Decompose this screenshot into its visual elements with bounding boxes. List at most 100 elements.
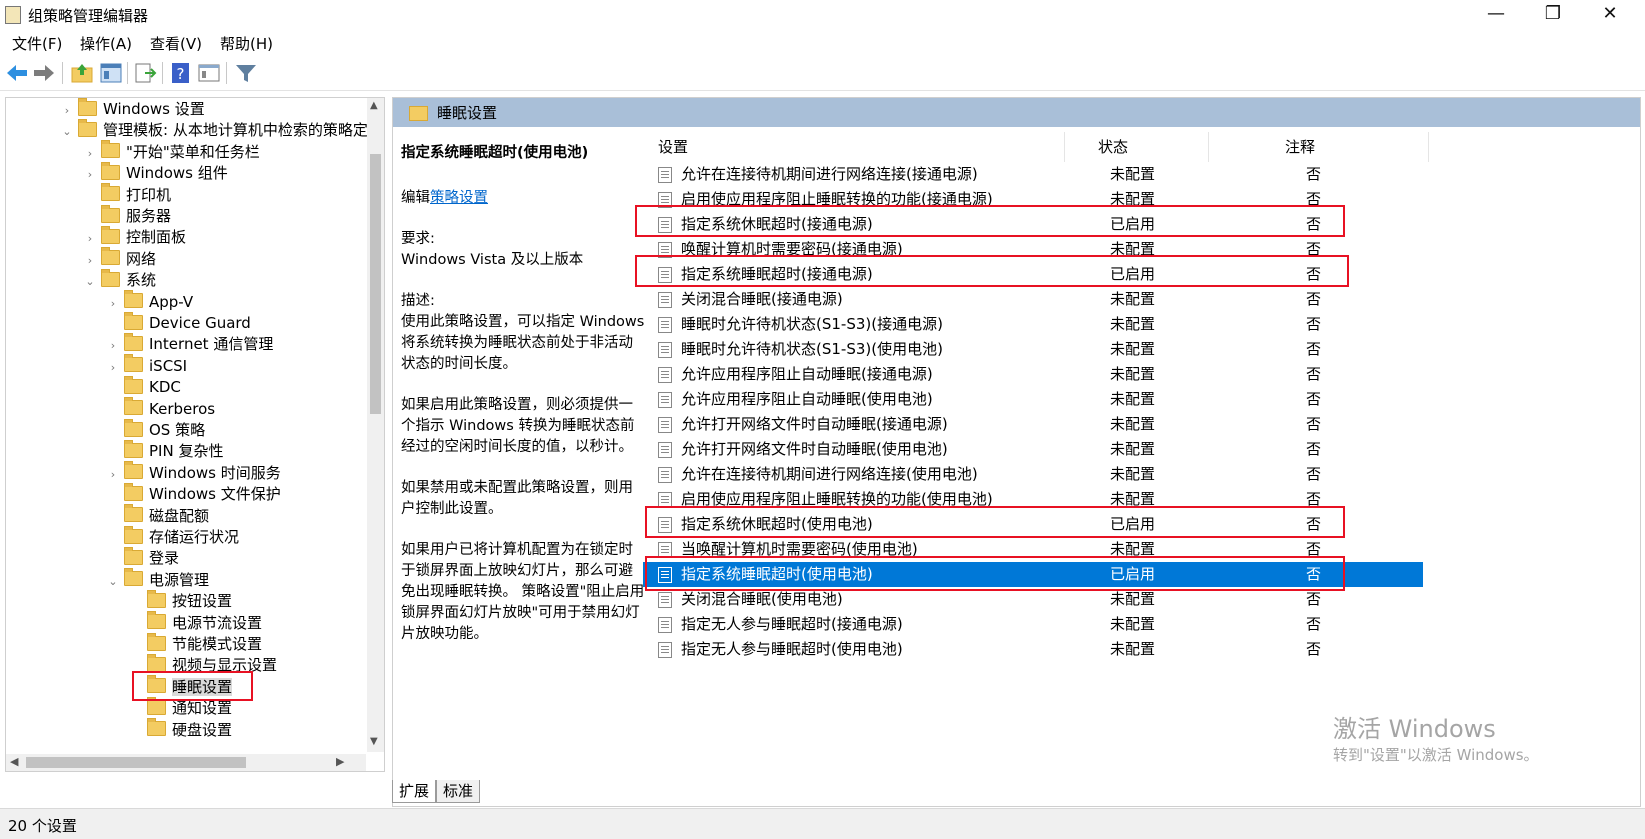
scroll-down-icon[interactable]: ▼ [370,736,378,747]
setting-row[interactable]: 允许应用程序阻止自动睡眠(接通电源) 未配置 否 [643,362,1423,387]
tree-node[interactable]: ⌄ 系统 [83,268,156,293]
tree-node[interactable]: › Internet 通信管理 [106,332,274,355]
setting-row[interactable]: 允许在连接待机期间进行网络连接(接通电源) 未配置 否 [643,162,1423,187]
scroll-right-icon[interactable]: ▶ [336,755,344,768]
description-paragraph: 使用此策略设置，可以指定 Windows 将系统转换为睡眠状态前处于非活动状态的… [401,314,645,372]
menu-file[interactable]: 文件(F) [12,33,62,54]
setting-comment: 否 [1306,390,1322,408]
minimize-button[interactable]: — [1473,0,1519,30]
tree-node[interactable]: › Windows 设置 [60,98,205,120]
menu-bar: 文件(F) 操作(A) 查看(V) 帮助(H) [0,30,1645,56]
setting-row[interactable]: 允许在连接待机期间进行网络连接(使用电池) 未配置 否 [643,462,1423,487]
filter-icon[interactable] [234,61,258,85]
setting-row[interactable]: 允许应用程序阻止自动睡眠(使用电池) 未配置 否 [643,387,1423,412]
tree-node[interactable]: › App-V [106,290,193,313]
folder-icon [124,332,143,351]
setting-row[interactable]: 睡眠时允许待机状态(S1-S3)(接通电源) 未配置 否 [643,312,1423,337]
tree-node[interactable]: Kerberos [106,397,215,420]
tree-node[interactable]: 服务器 [83,204,171,227]
tree-node[interactable]: 打印机 [83,183,171,206]
policy-setting-icon [658,292,672,308]
requirements-value: Windows Vista 及以上版本 [401,252,584,268]
activation-watermark: 激活 Windows 转到"设置"以激活 Windows。 [1333,709,1539,765]
tree-node[interactable]: ⌄ 电源管理 [106,568,210,593]
forward-icon[interactable] [32,61,56,85]
tree-node-label: PIN 复杂性 [149,442,224,461]
expander-icon[interactable]: ⌄ [106,571,120,593]
scroll-thumb[interactable] [26,757,246,768]
export-list-icon[interactable] [133,61,157,85]
tree-node[interactable]: 登录 [106,546,179,569]
tree-node[interactable]: ⌄ 管理模板: 从本地计算机中检索的策略定 [60,118,368,143]
tree-node[interactable]: › Windows 时间服务 [106,461,281,484]
setting-comment: 否 [1306,465,1322,483]
tree-node[interactable]: PIN 复杂性 [106,439,224,462]
tree-vertical-scrollbar[interactable]: ▲ ▼ [367,98,384,752]
watermark-line1: 激活 Windows [1333,715,1496,743]
back-icon[interactable] [5,61,29,85]
tree-node[interactable]: 磁盘配额 [106,504,209,527]
menu-view[interactable]: 查看(V) [150,33,202,54]
setting-row[interactable]: 指定无人参与睡眠超时(使用电池) 未配置 否 [643,637,1423,662]
tree-node[interactable]: › "开始"菜单和任务栏 [83,140,260,163]
tree-node[interactable]: 按钮设置 [129,589,232,612]
tree-node[interactable]: 硬盘设置 [129,718,233,741]
help-icon[interactable]: ? [169,61,193,85]
tree-node[interactable]: Windows 文件保护 [106,482,281,505]
setting-row[interactable]: 指定无人参与睡眠超时(接通电源) 未配置 否 [643,612,1423,637]
up-folder-icon[interactable] [70,61,94,85]
setting-row[interactable]: 允许打开网络文件时自动睡眠(接通电源) 未配置 否 [643,412,1423,437]
tree-node[interactable]: 存储运行状况 [106,525,239,548]
scroll-up-icon[interactable]: ▲ [370,100,378,111]
close-button[interactable]: ✕ [1587,0,1633,30]
tree-horizontal-scrollbar[interactable]: ◀ ▶ [6,754,366,771]
setting-row[interactable]: 允许打开网络文件时自动睡眠(使用电池) 未配置 否 [643,437,1423,462]
policy-setting-icon [658,392,672,408]
details-pane: 睡眠设置 指定系统睡眠超时(使用电池) 编辑策略设置 要求: Windows Vi… [392,97,1641,807]
tree-node[interactable]: › 网络 [83,247,156,270]
properties-icon[interactable] [197,61,221,85]
setting-comment: 否 [1306,440,1322,458]
tab-standard[interactable]: 标准 [436,780,481,803]
tab-extended[interactable]: 扩展 [392,780,437,803]
menu-action[interactable]: 操作(A) [80,33,132,54]
setting-row[interactable]: 睡眠时允许待机状态(S1-S3)(使用电池) 未配置 否 [643,337,1423,362]
folder-icon [147,718,166,737]
tree-node[interactable]: › iSCSI [106,354,187,377]
tree-node-label: 电源管理 [149,570,210,589]
column-header-comment[interactable]: 注释 [1285,136,1315,160]
title-bar: 组策略管理编辑器 — ❐ ✕ [0,0,1645,30]
column-header-setting[interactable]: 设置 [658,136,688,160]
column-header-state[interactable]: 状态 [1098,136,1128,160]
setting-row[interactable]: 关闭混合睡眠(接通电源) 未配置 否 [643,287,1423,312]
tree-node[interactable]: OS 策略 [106,418,205,441]
tree-node[interactable]: Device Guard [106,311,251,334]
setting-state: 未配置 [1110,315,1156,333]
edit-prefix: 编辑 [401,190,430,206]
tree-node[interactable]: KDC [106,375,181,398]
toolbar-separator [162,62,163,84]
menu-help[interactable]: 帮助(H) [220,33,273,54]
navigation-tree[interactable]: › Windows 设置 ⌄ 管理模板: 从本地计算机中检索的策略定 › "开始"菜单和任… [5,97,385,772]
expander-icon[interactable]: ⌄ [60,121,74,143]
folder-icon [124,546,143,565]
tree-node[interactable]: 节能模式设置 [129,632,262,655]
tree-node-label: Internet 通信管理 [149,335,274,354]
expander-icon[interactable]: ⌄ [83,271,97,293]
show-hide-tree-icon[interactable] [99,61,123,85]
scroll-left-icon[interactable]: ◀ [10,755,18,768]
tree-node-label: 硬盘设置 [172,720,233,739]
folder-icon [124,525,143,544]
folder-icon [124,354,143,373]
scroll-thumb[interactable] [370,154,381,414]
maximize-button[interactable]: ❐ [1530,0,1576,30]
folder-icon [124,439,143,458]
toolbar-separator [127,62,128,84]
tree-node[interactable]: 电源节流设置 [129,611,262,634]
edit-policy-link[interactable]: 策略设置 [430,190,488,206]
tree-node[interactable]: › 控制面板 [83,225,186,248]
details-header: 睡眠设置 [393,98,1640,127]
tree-node[interactable]: › Windows 组件 [83,161,228,184]
folder-icon [124,482,143,501]
policy-setting-icon [658,417,672,433]
